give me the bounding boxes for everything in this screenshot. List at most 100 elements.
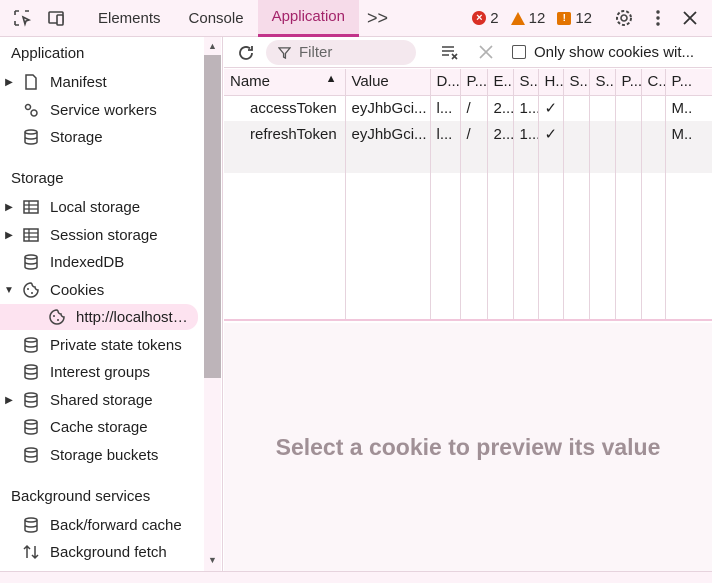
expand-arrow-icon[interactable]: ▶: [0, 395, 18, 406]
database-icon: [18, 336, 44, 354]
error-icon: ×: [472, 11, 487, 25]
application-sidebar: Application ▶ Manifest Service workers S…: [0, 37, 223, 571]
tab-console[interactable]: Console: [175, 0, 258, 37]
kebab-menu-icon[interactable]: [646, 6, 670, 30]
sidebar-item-storage[interactable]: Storage: [0, 124, 200, 150]
sidebar-item-label: Back/forward cache: [50, 516, 182, 534]
table-row[interactable]: refreshToken eyJhbGci... l... / 2... 1..…: [224, 121, 712, 147]
sidebar-item-cache-storage[interactable]: Cache storage: [0, 414, 200, 440]
column-header[interactable]: P...: [460, 69, 488, 96]
sidebar-item-session-storage[interactable]: ▶ Session storage: [0, 222, 200, 248]
column-header[interactable]: Name ▲: [224, 69, 346, 96]
issues-icon: !: [557, 11, 572, 25]
cookies-table: Name▲ Value D... P... E... S... H.. S...…: [224, 69, 712, 321]
table-cell: M..: [665, 121, 712, 147]
sidebar-item-label: Service workers: [50, 101, 157, 119]
tab-application[interactable]: Application: [257, 0, 359, 37]
table-cell: refreshToken: [224, 121, 346, 147]
expand-arrow-icon[interactable]: ▶: [0, 202, 18, 213]
table-cell: eyJhbGci...: [345, 95, 431, 121]
column-header[interactable]: Value: [345, 69, 431, 96]
arrows-icon: [18, 543, 44, 561]
table-cell: 1...: [513, 95, 539, 121]
table-cell: 1...: [513, 121, 539, 147]
table-cell: [615, 95, 642, 121]
sidebar-item-cookies[interactable]: ▼ Cookies: [0, 277, 200, 303]
sidebar-item-cookie-origin[interactable]: http://localhost:5173: [0, 304, 198, 330]
sidebar-item-label: Interest groups: [50, 363, 151, 381]
table-cell: [641, 121, 666, 147]
sidebar-item-back-forward-cache[interactable]: Back/forward cache: [0, 512, 200, 538]
expand-arrow-icon[interactable]: ▶: [0, 230, 18, 241]
database-icon: [18, 446, 44, 464]
table-row[interactable]: accessToken eyJhbGci... l... / 2... 1...…: [224, 95, 712, 121]
column-header[interactable]: S...: [563, 69, 590, 96]
table-cell: /: [460, 121, 488, 147]
sidebar-item-local-storage[interactable]: ▶ Local storage: [0, 194, 200, 220]
gears-icon: [18, 101, 44, 119]
database-icon: [18, 363, 44, 381]
error-count-badge[interactable]: × 2: [472, 10, 499, 27]
filter-placeholder: Filter: [299, 43, 333, 61]
sidebar-item-interest-groups[interactable]: Interest groups: [0, 359, 200, 385]
sidebar-item-manifest[interactable]: ▶ Manifest: [0, 69, 200, 95]
sidebar-item-storage-buckets[interactable]: Storage buckets: [0, 442, 200, 468]
scroll-down-icon[interactable]: ▼: [204, 553, 221, 567]
column-header[interactable]: H..: [538, 69, 564, 96]
table-icon: [18, 226, 44, 244]
expand-arrow-icon[interactable]: ▶: [0, 77, 18, 88]
device-toolbar-icon[interactable]: [44, 6, 68, 30]
table-cell: 2...: [487, 95, 514, 121]
scroll-up-icon[interactable]: ▲: [204, 39, 221, 53]
column-header[interactable]: S...: [589, 69, 616, 96]
issues-count: 12: [575, 9, 592, 27]
column-header[interactable]: C...: [641, 69, 666, 96]
close-icon[interactable]: [678, 6, 702, 30]
sidebar-item-background-fetch[interactable]: Background fetch: [0, 539, 200, 565]
database-icon: [18, 418, 44, 436]
only-show-checkbox[interactable]: [512, 45, 526, 59]
filter-input[interactable]: Filter: [266, 39, 416, 65]
column-header[interactable]: D...: [430, 69, 461, 96]
database-icon: [18, 253, 44, 271]
column-header[interactable]: S...: [513, 69, 539, 96]
sidebar-item-service-workers[interactable]: Service workers: [0, 97, 200, 123]
cookie-icon: [44, 308, 70, 326]
sidebar-scroll-thumb[interactable]: [204, 55, 221, 378]
delete-selected-icon[interactable]: [474, 40, 498, 64]
column-header[interactable]: P...: [665, 69, 712, 96]
issues-count-badge[interactable]: ! 12: [557, 10, 592, 27]
drawer-bar[interactable]: [0, 571, 712, 583]
empty-filler-row: [224, 173, 712, 319]
sidebar-item-indexeddb[interactable]: IndexedDB: [0, 249, 200, 275]
refresh-icon[interactable]: [234, 41, 258, 65]
table-cell: accessToken: [224, 95, 346, 121]
inspect-element-icon[interactable]: [10, 6, 34, 30]
warning-count: 12: [528, 9, 546, 27]
warning-count-badge[interactable]: 12: [510, 9, 546, 27]
table-cell: /: [460, 95, 488, 121]
more-tabs-button[interactable]: >>: [359, 8, 396, 29]
sidebar-item-shared-storage[interactable]: ▶ Shared storage: [0, 387, 200, 413]
sidebar-item-label: Background fetch: [50, 543, 167, 561]
tab-elements[interactable]: Elements: [84, 0, 175, 37]
table-cell: ✓: [538, 95, 564, 121]
table-cell: ✓: [538, 121, 564, 147]
sidebar-item-label: http://localhost:5173: [76, 308, 188, 326]
gear-icon[interactable]: [612, 6, 636, 30]
database-icon: [18, 391, 44, 409]
filter-icon: [278, 46, 291, 59]
table-cell: [615, 121, 642, 147]
sidebar-item-label: Session storage: [50, 226, 158, 244]
table-icon: [18, 198, 44, 216]
column-header[interactable]: E...: [487, 69, 514, 96]
sidebar-item-private-state-tokens[interactable]: Private state tokens: [0, 332, 200, 358]
section-title-application: Application: [11, 45, 85, 62]
clear-all-icon[interactable]: [438, 40, 462, 64]
sidebar-item-label: Private state tokens: [50, 336, 182, 354]
table-header-row: Name▲ Value D... P... E... S... H.. S...…: [224, 69, 712, 96]
column-header[interactable]: P...: [615, 69, 642, 96]
only-show-label: Only show cookies wit...: [534, 43, 695, 61]
collapse-arrow-icon[interactable]: ▼: [0, 285, 18, 296]
database-icon: [18, 516, 44, 534]
